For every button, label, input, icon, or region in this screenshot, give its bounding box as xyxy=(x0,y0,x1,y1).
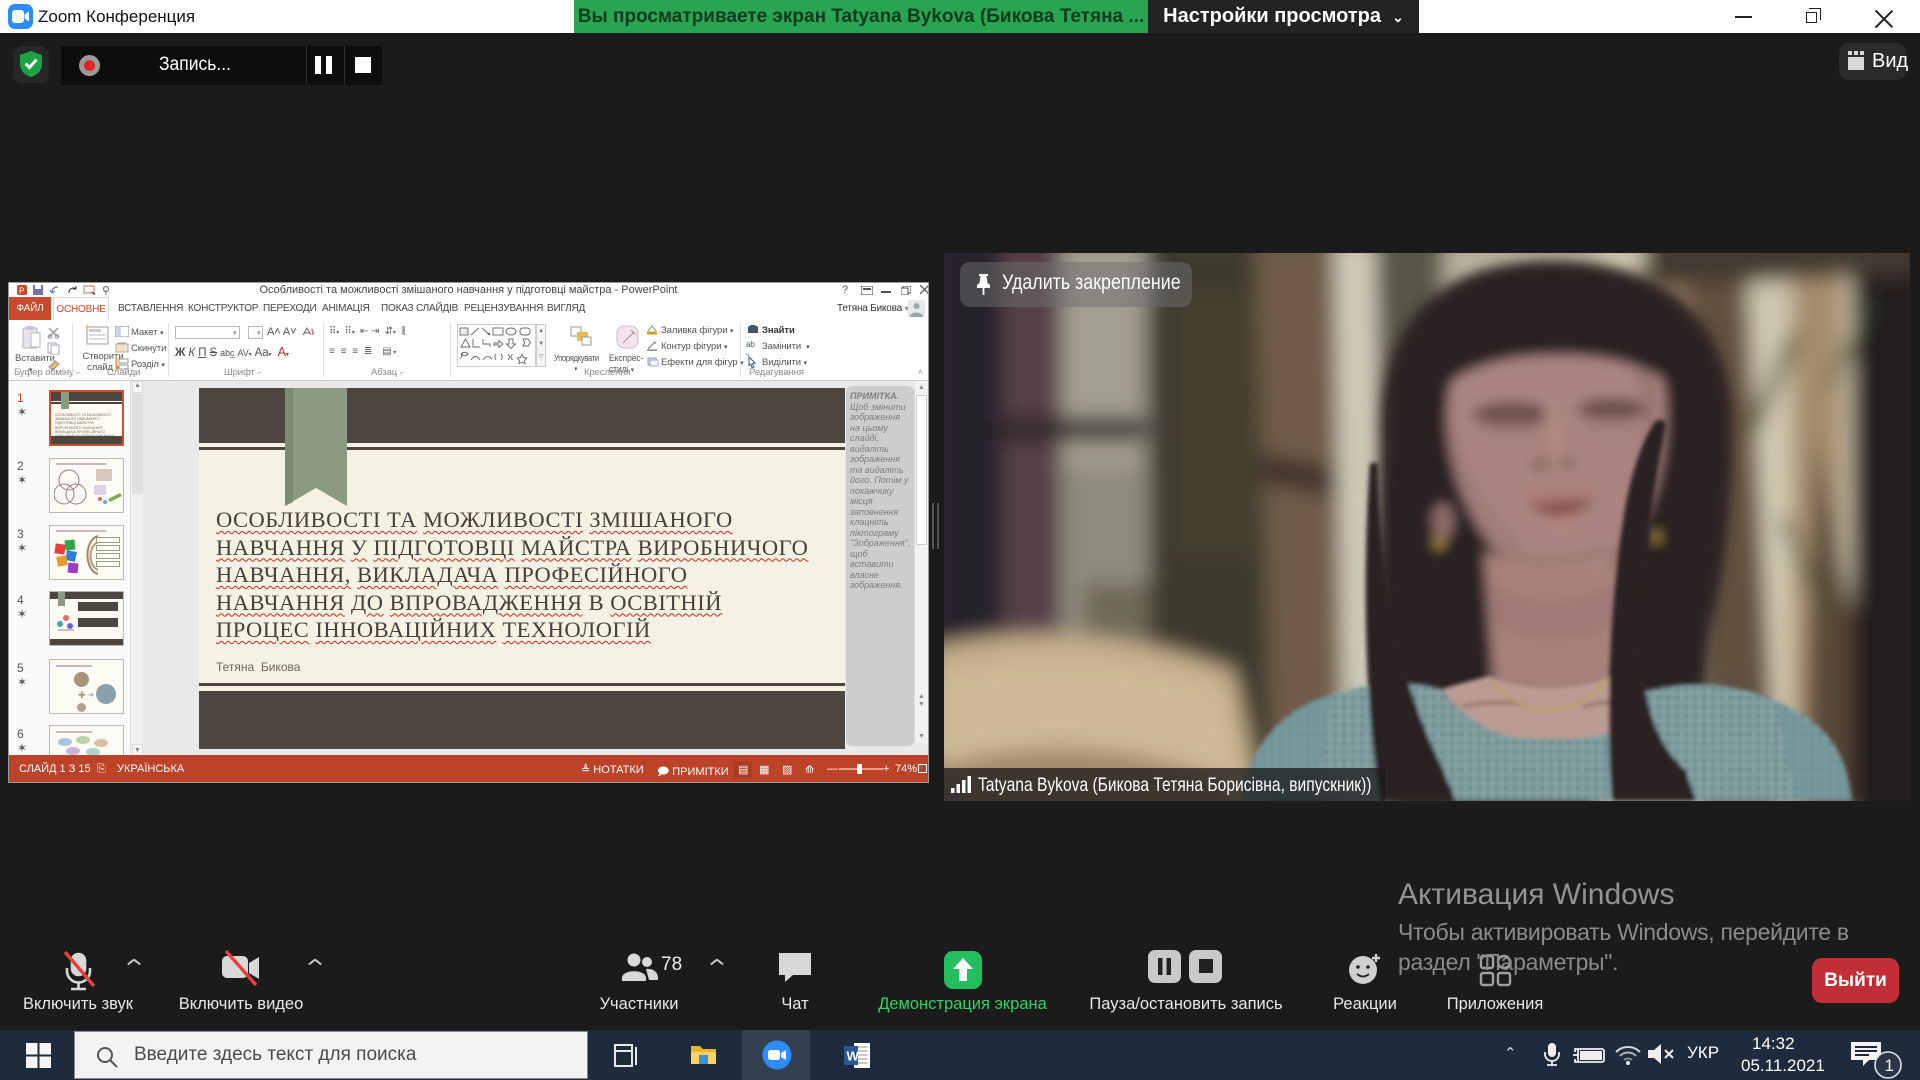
svg-text:1: 1 xyxy=(1885,1056,1894,1075)
svg-text:W: W xyxy=(847,1049,860,1064)
